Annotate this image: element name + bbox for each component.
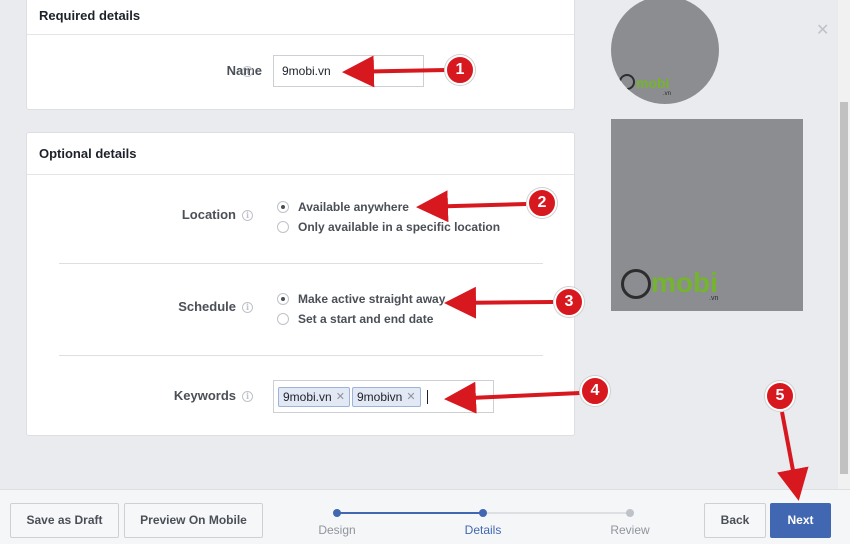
schedule-option-immediate[interactable]: Make active straight away xyxy=(277,291,445,307)
annotation-badge-5: 5 xyxy=(765,381,795,411)
location-label: Location xyxy=(181,207,236,222)
remove-icon[interactable]: ✕ xyxy=(406,388,415,406)
footer-bar: Save as Draft Preview On Mobile Design D… xyxy=(0,489,850,544)
step-progress-line xyxy=(337,512,483,514)
schedule-option-dates[interactable]: Set a start and end date xyxy=(277,311,433,327)
keyword-token: 9mobi.vn ✕ xyxy=(278,387,350,407)
remove-icon[interactable]: ✕ xyxy=(336,388,345,406)
location-option-anywhere[interactable]: Available anywhere xyxy=(277,199,409,215)
radio-unselected-icon[interactable] xyxy=(277,221,289,233)
step-dot-details[interactable] xyxy=(479,509,487,517)
radio-selected-icon[interactable] xyxy=(277,293,289,305)
step-dot-design[interactable] xyxy=(333,509,341,517)
radio-unselected-icon[interactable] xyxy=(277,313,289,325)
name-input[interactable]: 9mobi.vn xyxy=(273,55,424,87)
step-dot-review[interactable] xyxy=(626,509,634,517)
info-icon[interactable]: i xyxy=(242,391,253,402)
back-button[interactable]: Back xyxy=(704,503,766,538)
keyword-token-label: 9mobi.vn xyxy=(283,390,332,404)
keyword-token: 9mobivn ✕ xyxy=(352,387,421,407)
save-draft-button[interactable]: Save as Draft xyxy=(10,503,119,538)
next-button[interactable]: Next xyxy=(770,503,831,538)
schedule-option-label: Make active straight away xyxy=(298,292,446,306)
step-label-design[interactable]: Design xyxy=(307,523,367,537)
logo-nine-icon xyxy=(621,269,651,299)
radio-selected-icon[interactable] xyxy=(277,201,289,213)
keywords-label: Keywords xyxy=(173,388,236,403)
profile-image-preview: mobi .vn xyxy=(611,0,719,104)
section-divider xyxy=(59,263,543,264)
keywords-input[interactable]: 9mobi.vn ✕ 9mobivn ✕ xyxy=(273,380,494,413)
cover-image-preview: mobi .vn xyxy=(611,119,803,311)
logo-nine-icon xyxy=(619,74,635,90)
logo-text: mobi xyxy=(651,267,718,298)
location-option-specific[interactable]: Only available in a specific location xyxy=(277,219,500,235)
text-caret xyxy=(427,390,428,404)
info-icon[interactable]: i xyxy=(242,302,253,313)
schedule-label: Schedule xyxy=(178,299,236,314)
annotation-badge-4: 4 xyxy=(580,376,610,406)
step-remaining-line xyxy=(483,512,630,514)
step-label-review[interactable]: Review xyxy=(600,523,660,537)
annotation-badge-2: 2 xyxy=(527,188,557,218)
info-icon[interactable]: i xyxy=(242,66,253,77)
info-icon[interactable]: i xyxy=(242,210,253,221)
logo-text: mobi xyxy=(636,75,670,91)
close-icon[interactable]: ✕ xyxy=(816,20,829,39)
keyword-token-label: 9mobivn xyxy=(357,390,403,404)
arrow-5 xyxy=(777,411,809,501)
required-details-card: Required details Name i 9mobi.vn xyxy=(26,0,575,110)
section-divider xyxy=(59,355,543,356)
required-details-title: Required details xyxy=(27,0,574,35)
schedule-option-label: Set a start and end date xyxy=(298,312,434,326)
annotation-badge-1: 1 xyxy=(445,55,475,85)
step-label-details[interactable]: Details xyxy=(453,523,513,537)
logo-suffix: .vn xyxy=(663,91,672,97)
scrollbar-thumb[interactable] xyxy=(840,102,848,474)
logo-suffix: .vn xyxy=(709,295,719,302)
optional-details-card: Optional details Location i Available an… xyxy=(26,132,575,436)
location-option-label: Only available in a specific location xyxy=(298,220,501,234)
preview-mobile-button[interactable]: Preview On Mobile xyxy=(124,503,263,538)
annotation-badge-3: 3 xyxy=(554,287,584,317)
optional-details-title: Optional details xyxy=(27,133,574,175)
location-option-label: Available anywhere xyxy=(298,200,409,214)
